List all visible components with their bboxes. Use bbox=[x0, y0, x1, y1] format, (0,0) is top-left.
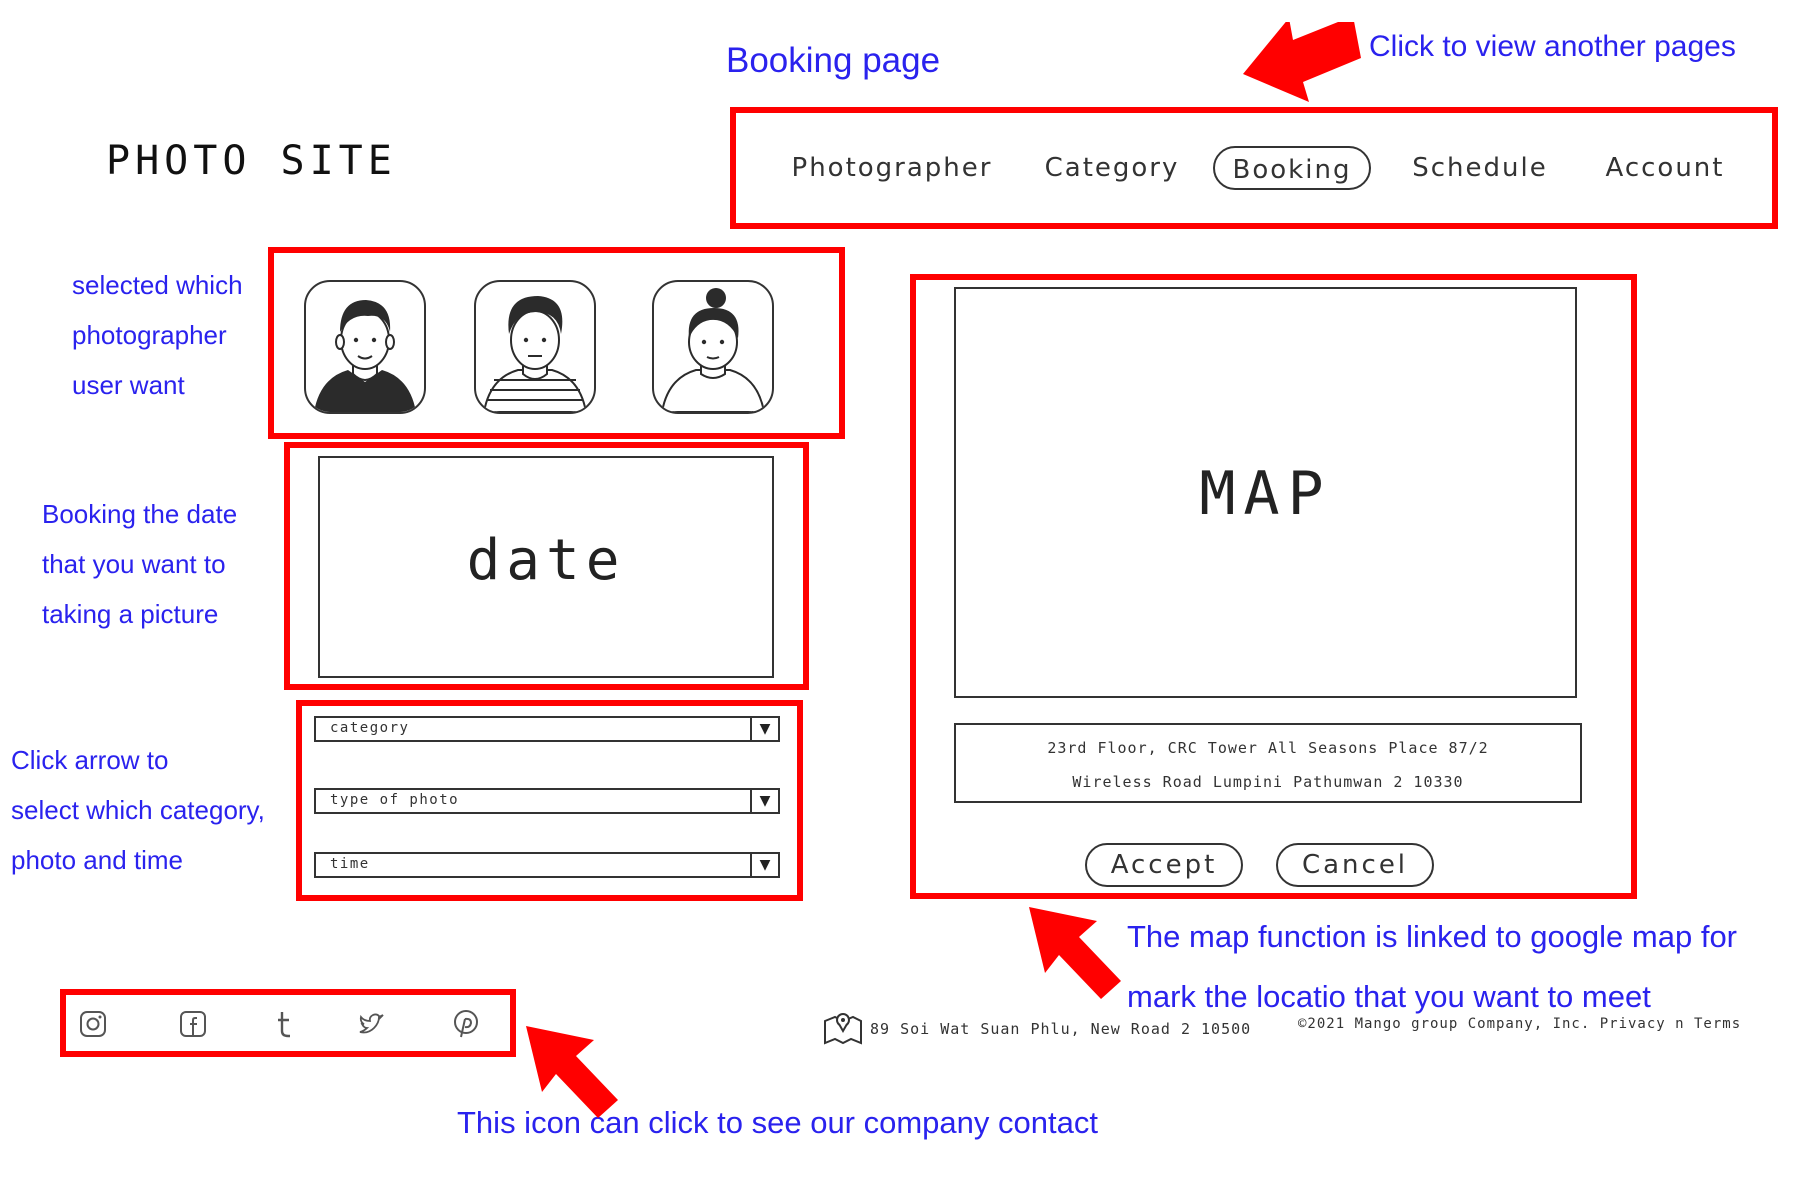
chevron-down-icon[interactable]: ▼ bbox=[750, 790, 778, 812]
footer-address: 89 Soi Wat Suan Phlu, New Road 2 10500 bbox=[870, 1020, 1252, 1038]
photographer-avatar-3[interactable] bbox=[652, 280, 774, 414]
map-address-line1: 23rd Floor, CRC Tower All Seasons Place … bbox=[1047, 739, 1489, 757]
map-address-line2: Wireless Road Lumpini Pathumwan 2 10330 bbox=[1072, 773, 1464, 791]
facebook-icon[interactable] bbox=[178, 1009, 208, 1039]
category-select[interactable]: category ▼ bbox=[314, 716, 780, 742]
annotation-photographer-line1: selected which bbox=[72, 270, 243, 300]
time-select[interactable]: time ▼ bbox=[314, 852, 780, 878]
annotation-date-line3: taking a picture bbox=[42, 599, 219, 629]
category-select-value: category bbox=[330, 720, 410, 736]
male-avatar-icon bbox=[314, 300, 416, 412]
chevron-down-icon[interactable]: ▼ bbox=[750, 718, 778, 740]
date-picker[interactable]: date bbox=[318, 456, 774, 678]
nav-account[interactable]: Account bbox=[1592, 146, 1738, 190]
annotation-select-line2: select which category, bbox=[11, 795, 265, 825]
male-avatar-striped-icon bbox=[482, 296, 588, 412]
site-logo[interactable]: PHOTO SITE bbox=[106, 138, 397, 184]
female-avatar-icon bbox=[660, 288, 766, 412]
annotation-date-line1: Booking the date bbox=[42, 499, 238, 529]
cancel-button[interactable]: Cancel bbox=[1276, 843, 1434, 887]
photo-type-select[interactable]: type of photo ▼ bbox=[314, 788, 780, 814]
map-pin-icon bbox=[824, 1013, 862, 1045]
annotation-date-line2: that you want to bbox=[42, 549, 226, 579]
nav-category[interactable]: Category bbox=[1040, 146, 1184, 190]
accept-button[interactable]: Accept bbox=[1085, 843, 1243, 887]
tumblr-icon[interactable] bbox=[269, 1009, 299, 1039]
photographer-avatar-1[interactable] bbox=[304, 280, 426, 414]
instagram-icon[interactable] bbox=[78, 1009, 108, 1039]
time-select-value: time bbox=[330, 856, 370, 872]
nav-photographer[interactable]: Photographer bbox=[786, 146, 998, 190]
annotation-arrow-social bbox=[526, 1026, 618, 1118]
annotation-select-line1: Click arrow to bbox=[11, 745, 169, 775]
annotation-map-line1: The map function is linked to google map… bbox=[1127, 919, 1738, 954]
nav-booking[interactable]: Booking bbox=[1213, 146, 1371, 190]
nav-schedule[interactable]: Schedule bbox=[1408, 146, 1552, 190]
date-label: date bbox=[466, 528, 626, 593]
annotation-nav: Click to view another pages bbox=[1369, 30, 1736, 63]
photo-type-select-value: type of photo bbox=[330, 792, 460, 808]
pinterest-icon[interactable] bbox=[451, 1009, 481, 1039]
chevron-down-icon[interactable]: ▼ bbox=[750, 854, 778, 876]
map-label: MAP bbox=[1199, 459, 1332, 529]
annotation-arrow-nav bbox=[1243, 22, 1361, 102]
map-view[interactable]: MAP bbox=[954, 287, 1577, 698]
photographer-avatar-2[interactable] bbox=[474, 280, 596, 414]
footer-copyright[interactable]: ©2021 Mango group Company, Inc. Privacy … bbox=[1298, 1016, 1741, 1032]
annotation-select-line3: photo and time bbox=[11, 845, 184, 875]
annotation-page-title: Booking page bbox=[726, 41, 941, 80]
annotation-photographer-line2: photographer bbox=[72, 320, 227, 350]
annotation-photographer-line3: user want bbox=[72, 370, 185, 400]
twitter-icon[interactable] bbox=[356, 1009, 386, 1039]
annotation-arrow-map bbox=[1029, 907, 1121, 999]
map-address-box: 23rd Floor, CRC Tower All Seasons Place … bbox=[954, 723, 1582, 803]
